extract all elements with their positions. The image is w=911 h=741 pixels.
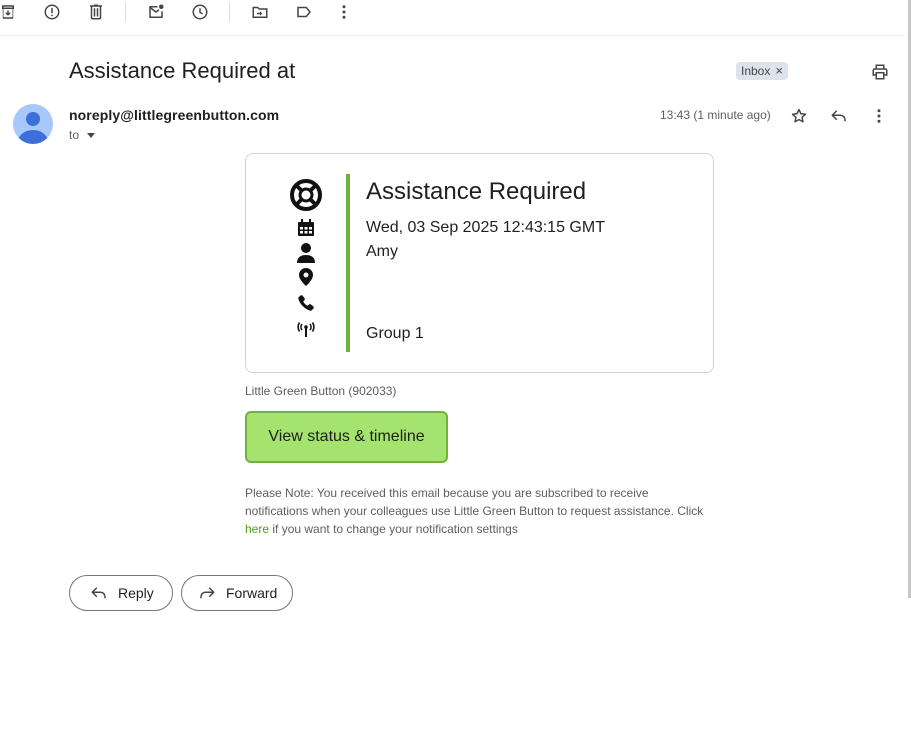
move-to-icon[interactable] [249,1,271,23]
forward-label: Forward [226,585,278,601]
antenna-icon [288,322,324,338]
notification-note: Please Note: You received this email bec… [245,484,715,538]
assistance-card: Assistance Required Wed, 03 Sep 2025 12:… [245,153,714,373]
toolbar [0,0,905,36]
reply-arrow-icon [91,587,106,599]
note-suffix: if you want to change your notification … [269,522,518,536]
person-icon [288,243,324,263]
note-text: Please Note: You received this email bec… [245,486,704,518]
card-person: Amy [366,243,398,260]
archive-icon[interactable] [0,1,19,23]
delete-icon[interactable] [85,1,107,23]
reply-label: Reply [118,585,154,601]
print-icon[interactable] [869,61,891,83]
more-vert-icon[interactable] [333,1,355,23]
view-status-button[interactable]: View status & timeline [245,411,448,463]
card-title: Assistance Required [366,178,587,205]
location-pin-icon [288,268,324,286]
recipients-toggle[interactable]: to [69,128,96,142]
email-timestamp: 13:43 (1 minute ago) [660,108,771,122]
star-icon[interactable] [788,105,810,127]
subject-row: Assistance Required at Inbox × [69,58,891,86]
inbox-label-chip[interactable]: Inbox × [736,62,788,80]
settings-link[interactable]: here [245,522,269,536]
phone-icon [288,294,324,312]
sender-avatar[interactable] [13,104,53,144]
snooze-icon[interactable] [189,1,211,23]
forward-arrow-icon [200,587,215,599]
card-accent-bar [346,174,350,352]
sender-address[interactable]: noreply@littlegreenbutton.com [69,107,279,123]
more-options-icon[interactable] [868,105,890,127]
label-icon[interactable] [293,1,315,23]
mark-unread-icon[interactable] [145,1,167,23]
lifebuoy-icon [288,178,324,212]
label-chip-text: Inbox [741,64,771,78]
card-group: Group 1 [366,325,424,342]
remove-label-icon[interactable]: × [775,64,783,78]
to-label: to [69,128,80,142]
reply-button[interactable]: Reply [69,575,173,611]
toolbar-divider [229,2,230,22]
calendar-icon [288,219,324,237]
email-subject: Assistance Required at [69,58,296,83]
toolbar-divider [125,2,126,22]
chevron-down-icon[interactable] [87,132,96,138]
card-date: Wed, 03 Sep 2025 12:43:15 GMT [366,219,605,236]
report-spam-icon[interactable] [41,1,63,23]
reply-icon[interactable] [828,105,850,127]
forward-button[interactable]: Forward [181,575,293,611]
account-caption: Little Green Button (902033) [245,384,397,398]
